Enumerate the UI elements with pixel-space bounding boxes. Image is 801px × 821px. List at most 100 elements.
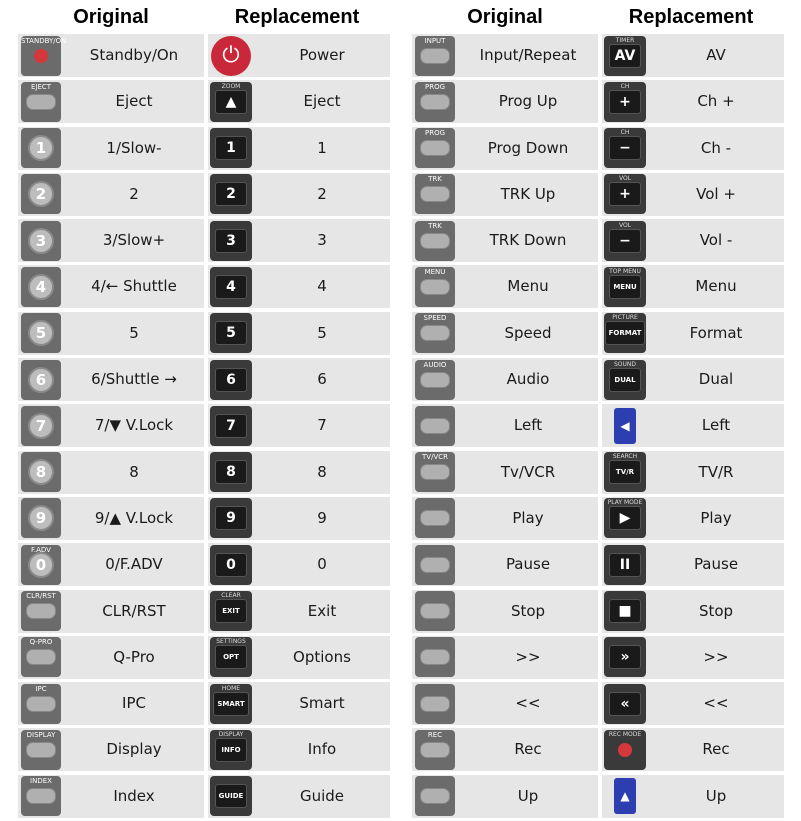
original-label: CLR/RST xyxy=(102,601,166,620)
replacement-cell: 11 xyxy=(208,126,390,170)
rew-icon: « xyxy=(602,682,648,725)
button-caption: CH xyxy=(620,129,630,137)
ch-plus-icon: CH + xyxy=(602,80,648,123)
table-row: 5555 xyxy=(18,311,390,355)
digit-1-icon: 1 xyxy=(18,127,64,170)
original-label: Rec xyxy=(514,740,542,759)
replacement-cell: REC MODE Rec xyxy=(602,728,784,772)
replacement-cell: ZOOM ▲ Eject xyxy=(208,80,390,124)
speed-icon: SPEED xyxy=(412,312,458,355)
replacement-cell: 33 xyxy=(208,219,390,263)
original-label: IPC xyxy=(122,694,146,713)
original-cell: Left xyxy=(412,404,598,448)
original-cell: TV/VCR Tv/VCR xyxy=(412,450,598,494)
digit-3-icon: 3 xyxy=(208,219,254,262)
input-repeat-icon: INPUT xyxy=(412,34,458,77)
replacement-label: TV/R xyxy=(698,462,734,481)
button-caption: ZOOM xyxy=(221,82,241,90)
button-caption: INPUT xyxy=(424,36,446,45)
digit-7-icon: 7 xyxy=(208,404,254,447)
original-cell: Q-PRO Q-Pro xyxy=(18,635,204,679)
table-row: Left ◀ Left xyxy=(412,404,784,448)
audio-icon: AUDIO xyxy=(412,358,458,401)
original-cell: 7 7/▼ V.Lock xyxy=(18,404,204,448)
header-row: Original Replacement xyxy=(18,0,390,34)
replacement-label: Pause xyxy=(693,555,739,574)
digit-6-icon: 6 xyxy=(208,358,254,401)
digit-8-icon: 8 xyxy=(208,451,254,494)
original-cell: SPEED Speed xyxy=(412,311,598,355)
original-cell: Up xyxy=(412,774,598,818)
ff-icon: » xyxy=(602,636,648,679)
original-label: TRK Down xyxy=(489,231,567,250)
replacement-cell: « << xyxy=(602,682,784,726)
replacement-cell: VOL + Vol + xyxy=(602,172,784,216)
original-cell: 1 1/Slow- xyxy=(18,126,204,170)
replacement-label: 4 xyxy=(317,277,327,296)
replacement-label: Guide xyxy=(299,786,345,805)
replacement-cell: CH + Ch + xyxy=(602,80,784,124)
original-cell: AUDIO Audio xyxy=(412,358,598,402)
up-icon xyxy=(412,775,458,818)
format-icon: PICTURE FORMAT xyxy=(602,312,648,355)
original-cell: INDEX Index xyxy=(18,774,204,818)
button-caption: HOME xyxy=(221,684,241,692)
header-replacement: Replacement xyxy=(628,5,754,28)
original-label: 1/Slow- xyxy=(106,138,162,157)
replacement-label: Vol - xyxy=(699,231,733,250)
original-label: << xyxy=(515,694,541,713)
original-cell: 88 xyxy=(18,450,204,494)
replacement-label: Eject xyxy=(303,92,341,111)
replacement-label: Power xyxy=(299,46,345,64)
info-icon: DISPLAY INFO xyxy=(208,728,254,771)
original-label: >> xyxy=(515,647,541,666)
original-cell: Pause xyxy=(412,543,598,587)
index-icon: INDEX xyxy=(18,775,64,818)
standby-red-icon: STANDBY/ON xyxy=(18,34,66,77)
up-arrow-icon: ▲ xyxy=(602,775,648,818)
replacement-label: 7 xyxy=(317,416,327,435)
button-caption: DISPLAY xyxy=(218,730,244,738)
table-row: Q-PRO Q-Pro SETTINGS OPT Options xyxy=(18,635,390,679)
table-row: 6 6/Shuttle → 6 6 xyxy=(18,358,390,402)
digit-5-icon: 5 xyxy=(208,312,254,355)
pause-icon xyxy=(412,543,458,586)
original-cell: IPC IPC xyxy=(18,682,204,726)
digit-4-icon: 4 xyxy=(208,265,254,308)
original-label: Menu xyxy=(507,277,549,296)
original-label: 3/Slow+ xyxy=(102,231,166,250)
original-label: Play xyxy=(512,508,544,527)
original-cell: << xyxy=(412,682,598,726)
replacement-cell: CLEAR EXIT Exit xyxy=(208,589,390,633)
replacement-label: Smart xyxy=(299,694,345,713)
table-row: F.ADV 0 0/F.ADV 0 0 xyxy=(18,543,390,587)
replacement-label: Options xyxy=(293,647,351,666)
button-caption: DISPLAY xyxy=(26,730,56,739)
digit-6-icon: 6 xyxy=(18,358,64,401)
table-row: INPUT Input/Repeat TIMER AV AV xyxy=(412,34,784,77)
original-label: Prog Up xyxy=(498,92,558,111)
dual-icon: SOUND DUAL xyxy=(602,358,648,401)
digit-0-icon: 0 xyxy=(208,543,254,586)
opt-icon: SETTINGS OPT xyxy=(208,636,254,679)
original-cell: TRK TRK Down xyxy=(412,219,598,263)
button-caption: PROG xyxy=(424,82,446,91)
original-cell: 3 3/Slow+ xyxy=(18,219,204,263)
power-icon: ⏻ xyxy=(208,34,254,77)
original-cell: TRK TRK Up xyxy=(412,172,598,216)
original-cell: 4 4/← Shuttle xyxy=(18,265,204,309)
original-label: 2 xyxy=(129,184,139,203)
original-label: Speed xyxy=(504,323,552,342)
vol-minus-icon: VOL − xyxy=(602,219,648,262)
eject-icon: EJECT xyxy=(18,80,64,123)
replacement-cell: ◀ Left xyxy=(602,404,784,448)
table-row: Play PLAY MODE ▶ Play xyxy=(412,496,784,540)
button-caption: CH xyxy=(620,82,630,90)
replacement-cell: ■ Stop xyxy=(602,589,784,633)
button-caption: TRK xyxy=(428,175,442,184)
original-label: Stop xyxy=(510,601,546,620)
display-icon: DISPLAY xyxy=(18,728,64,771)
button-caption: VOL xyxy=(618,221,632,229)
replacement-label: 5 xyxy=(317,323,327,342)
trk-up-icon: TRK xyxy=(412,173,458,216)
